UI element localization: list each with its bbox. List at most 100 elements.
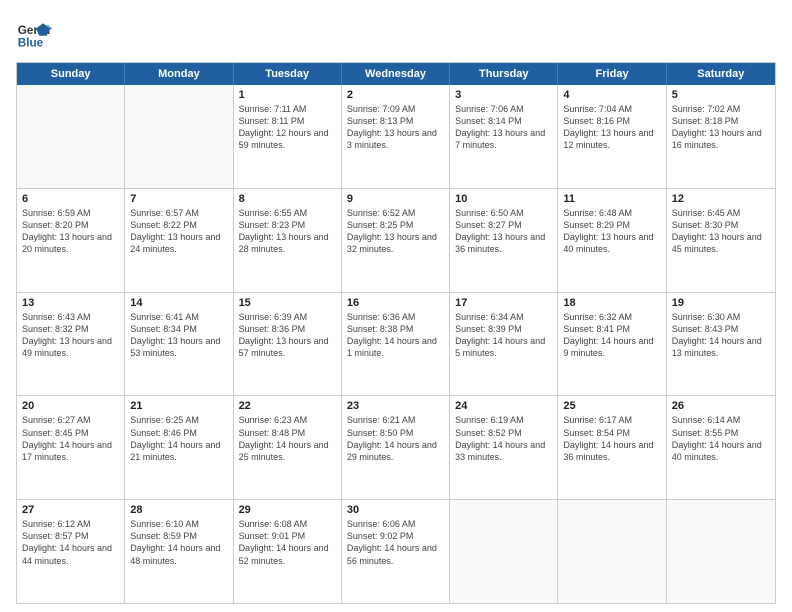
weekday-header: Wednesday <box>342 63 450 85</box>
day-info: Sunrise: 6:57 AM Sunset: 8:22 PM Dayligh… <box>130 207 227 256</box>
calendar-day-cell: 10Sunrise: 6:50 AM Sunset: 8:27 PM Dayli… <box>450 189 558 292</box>
calendar-day-cell: 28 Sunrise: 6:10 AM Sunset: 8:59 PM Dayli… <box>125 500 233 603</box>
day-info: Sunrise: 6:48 AM Sunset: 8:29 PM Dayligh… <box>563 207 660 256</box>
generalblue-logo-icon: General Blue <box>16 16 52 52</box>
day-info: Sunrise: 6:41 AM Sunset: 8:34 PM Dayligh… <box>130 311 227 360</box>
day-info: Sunrise: 6:55 AM Sunset: 8:23 PM Dayligh… <box>239 207 336 256</box>
day-number: 4 <box>563 89 660 101</box>
calendar-header: SundayMondayTuesdayWednesdayThursdayFrid… <box>17 63 775 85</box>
day-number: 19 <box>672 297 770 309</box>
day-number: 18 <box>563 297 660 309</box>
calendar-day-cell: 12Sunrise: 6:45 AM Sunset: 8:30 PM Dayli… <box>667 189 775 292</box>
day-number: 30 <box>347 504 444 516</box>
day-number: 12 <box>672 193 770 205</box>
day-info: Sunrise: 6:43 AM Sunset: 8:32 PM Dayligh… <box>22 311 119 360</box>
calendar-day-cell: 21 Sunrise: 6:25 AM Sunset: 8:46 PM Dayli… <box>125 396 233 499</box>
day-number: 16 <box>347 297 444 309</box>
calendar: SundayMondayTuesdayWednesdayThursdayFrid… <box>16 62 776 604</box>
day-number: 23 <box>347 400 444 412</box>
day-info: Sunrise: 6:14 AM Sunset: 8:55 PM Dayligh… <box>672 414 770 463</box>
calendar-empty-cell <box>450 500 558 603</box>
svg-text:Blue: Blue <box>18 37 44 50</box>
weekday-header: Friday <box>558 63 666 85</box>
day-number: 21 <box>130 400 227 412</box>
day-number: 1 <box>239 89 336 101</box>
weekday-header: Thursday <box>450 63 558 85</box>
calendar-day-cell: 4 Sunrise: 7:04 AM Sunset: 8:16 PM Daylig… <box>558 85 666 188</box>
day-number: 29 <box>239 504 336 516</box>
calendar-empty-cell <box>558 500 666 603</box>
calendar-day-cell: 14 Sunrise: 6:41 AM Sunset: 8:34 PM Dayli… <box>125 293 233 396</box>
day-number: 15 <box>239 297 336 309</box>
day-info: Sunrise: 6:34 AM Sunset: 8:39 PM Dayligh… <box>455 311 552 360</box>
calendar-empty-cell <box>17 85 125 188</box>
weekday-header: Tuesday <box>234 63 342 85</box>
day-number: 14 <box>130 297 227 309</box>
day-info: Sunrise: 7:06 AM Sunset: 8:14 PM Dayligh… <box>455 103 552 152</box>
day-number: 2 <box>347 89 444 101</box>
calendar-day-cell: 11 Sunrise: 6:48 AM Sunset: 8:29 PM Dayli… <box>558 189 666 292</box>
day-info: Sunrise: 6:10 AM Sunset: 8:59 PM Dayligh… <box>130 518 227 567</box>
calendar-day-cell: 16 Sunrise: 6:36 AM Sunset: 8:38 PM Dayli… <box>342 293 450 396</box>
day-info: Sunrise: 6:08 AM Sunset: 9:01 PM Dayligh… <box>239 518 336 567</box>
day-number: 25 <box>563 400 660 412</box>
day-info: Sunrise: 6:12 AM Sunset: 8:57 PM Dayligh… <box>22 518 119 567</box>
day-number: 22 <box>239 400 336 412</box>
day-number: 27 <box>22 504 119 516</box>
day-number: 8 <box>239 193 336 205</box>
day-info: Sunrise: 6:19 AM Sunset: 8:52 PM Dayligh… <box>455 414 552 463</box>
day-number: 11 <box>563 193 660 205</box>
calendar-day-cell: 22 Sunrise: 6:23 AM Sunset: 8:48 PM Dayli… <box>234 396 342 499</box>
calendar-row: 6 Sunrise: 6:59 AM Sunset: 8:20 PM Daylig… <box>17 189 775 293</box>
day-info: Sunrise: 6:32 AM Sunset: 8:41 PM Dayligh… <box>563 311 660 360</box>
calendar-empty-cell <box>667 500 775 603</box>
day-number: 28 <box>130 504 227 516</box>
day-info: Sunrise: 6:06 AM Sunset: 9:02 PM Dayligh… <box>347 518 444 567</box>
day-number: 13 <box>22 297 119 309</box>
day-number: 10 <box>455 193 552 205</box>
day-info: Sunrise: 6:39 AM Sunset: 8:36 PM Dayligh… <box>239 311 336 360</box>
logo: General Blue <box>16 16 52 52</box>
calendar-day-cell: 30 Sunrise: 6:06 AM Sunset: 9:02 PM Dayli… <box>342 500 450 603</box>
day-info: Sunrise: 7:09 AM Sunset: 8:13 PM Dayligh… <box>347 103 444 152</box>
calendar-day-cell: 1 Sunrise: 7:11 AM Sunset: 8:11 PM Daylig… <box>234 85 342 188</box>
calendar-day-cell: 5Sunrise: 7:02 AM Sunset: 8:18 PM Daylig… <box>667 85 775 188</box>
calendar-body: 1 Sunrise: 7:11 AM Sunset: 8:11 PM Daylig… <box>17 85 775 603</box>
header: General Blue <box>16 16 776 52</box>
calendar-day-cell: 27 Sunrise: 6:12 AM Sunset: 8:57 PM Dayli… <box>17 500 125 603</box>
calendar-day-cell: 23 Sunrise: 6:21 AM Sunset: 8:50 PM Dayli… <box>342 396 450 499</box>
calendar-day-cell: 7 Sunrise: 6:57 AM Sunset: 8:22 PM Daylig… <box>125 189 233 292</box>
calendar-day-cell: 6 Sunrise: 6:59 AM Sunset: 8:20 PM Daylig… <box>17 189 125 292</box>
day-number: 24 <box>455 400 552 412</box>
day-number: 7 <box>130 193 227 205</box>
day-info: Sunrise: 7:02 AM Sunset: 8:18 PM Dayligh… <box>672 103 770 152</box>
day-info: Sunrise: 7:04 AM Sunset: 8:16 PM Dayligh… <box>563 103 660 152</box>
day-number: 3 <box>455 89 552 101</box>
page: General Blue SundayMondayTuesdayWednesda… <box>0 0 792 612</box>
calendar-day-cell: 17Sunrise: 6:34 AM Sunset: 8:39 PM Dayli… <box>450 293 558 396</box>
calendar-day-cell: 20Sunrise: 6:27 AM Sunset: 8:45 PM Dayli… <box>17 396 125 499</box>
weekday-header: Monday <box>125 63 233 85</box>
calendar-day-cell: 13 Sunrise: 6:43 AM Sunset: 8:32 PM Dayli… <box>17 293 125 396</box>
day-number: 6 <box>22 193 119 205</box>
calendar-day-cell: 26Sunrise: 6:14 AM Sunset: 8:55 PM Dayli… <box>667 396 775 499</box>
calendar-day-cell: 19 Sunrise: 6:30 AM Sunset: 8:43 PM Dayli… <box>667 293 775 396</box>
calendar-row: 27 Sunrise: 6:12 AM Sunset: 8:57 PM Dayli… <box>17 500 775 603</box>
day-info: Sunrise: 7:11 AM Sunset: 8:11 PM Dayligh… <box>239 103 336 152</box>
day-info: Sunrise: 6:36 AM Sunset: 8:38 PM Dayligh… <box>347 311 444 360</box>
weekday-header: Sunday <box>17 63 125 85</box>
calendar-day-cell: 18 Sunrise: 6:32 AM Sunset: 8:41 PM Dayli… <box>558 293 666 396</box>
calendar-day-cell: 15 Sunrise: 6:39 AM Sunset: 8:36 PM Dayli… <box>234 293 342 396</box>
calendar-empty-cell <box>125 85 233 188</box>
day-info: Sunrise: 6:25 AM Sunset: 8:46 PM Dayligh… <box>130 414 227 463</box>
day-number: 9 <box>347 193 444 205</box>
day-info: Sunrise: 6:30 AM Sunset: 8:43 PM Dayligh… <box>672 311 770 360</box>
day-info: Sunrise: 6:21 AM Sunset: 8:50 PM Dayligh… <box>347 414 444 463</box>
calendar-day-cell: 25Sunrise: 6:17 AM Sunset: 8:54 PM Dayli… <box>558 396 666 499</box>
calendar-row: 20Sunrise: 6:27 AM Sunset: 8:45 PM Dayli… <box>17 396 775 500</box>
weekday-header: Saturday <box>667 63 775 85</box>
day-info: Sunrise: 6:52 AM Sunset: 8:25 PM Dayligh… <box>347 207 444 256</box>
calendar-day-cell: 9 Sunrise: 6:52 AM Sunset: 8:25 PM Daylig… <box>342 189 450 292</box>
day-info: Sunrise: 6:59 AM Sunset: 8:20 PM Dayligh… <box>22 207 119 256</box>
day-info: Sunrise: 6:23 AM Sunset: 8:48 PM Dayligh… <box>239 414 336 463</box>
